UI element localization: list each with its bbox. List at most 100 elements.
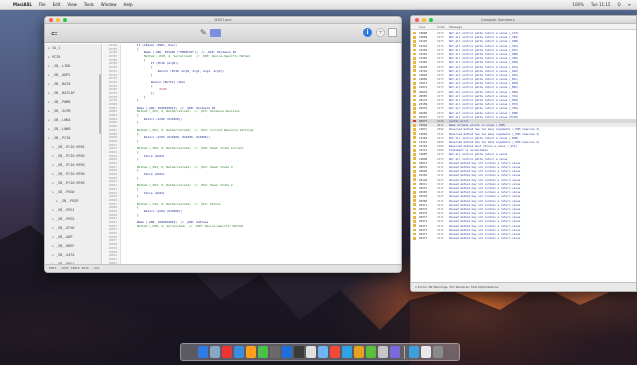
finder-icon[interactable] <box>197 346 208 358</box>
outline-item[interactable]: ▸ _SB_.LNKA <box>45 116 101 125</box>
warning-icon <box>413 31 416 35</box>
outline-item[interactable]: ▸ _SB_.PCI0.RP03 <box>45 161 101 170</box>
menu-file[interactable]: File <box>39 2 46 7</box>
warning-icon <box>413 174 416 177</box>
outline-item[interactable]: ▸ _SB_.GFX0 <box>45 224 101 233</box>
clock[interactable]: Tue 11:15 <box>591 2 611 7</box>
menu-view[interactable]: View <box>67 2 77 7</box>
menu-app-name[interactable]: MaciASL <box>13 2 32 7</box>
warning-icon <box>413 161 416 165</box>
warning-icon <box>413 82 416 85</box>
wrench-icon[interactable]: ✎ <box>200 28 207 37</box>
code-editor[interactable]: If (LEqual (DSEL, One)) { Name (_HID, EI… <box>123 44 401 266</box>
outline-item[interactable]: ▸ _SB_.PCI0.RP05 <box>45 179 101 188</box>
facetime-icon[interactable] <box>329 346 340 358</box>
safari-icon[interactable] <box>221 346 232 358</box>
outline-item[interactable]: ▸ _SB_.PEGP <box>45 197 101 206</box>
outline-item[interactable]: ▸ PCI0 <box>45 53 101 62</box>
line-number-gutter: 18784 18785 18786 18787 18788 18789 18790 18791… <box>103 43 121 266</box>
editor-status-text: DSDT - ACPI TABLE 2016 - ASL <box>49 266 100 270</box>
trash-icon[interactable] <box>432 346 443 358</box>
outline-item[interactable]: ▸ _SB_.PCI0.RP01 <box>45 143 101 152</box>
editor-status-bar: DSDT - ACPI TABLE 2016 - ASL <box>45 264 401 272</box>
outline-item[interactable]: ▸ _SB_.BAT0 <box>45 80 101 89</box>
outline-item[interactable]: ▸ _SB_.SLPB <box>45 107 101 116</box>
outline-item[interactable]: ▸ _SB_.SATA <box>45 251 101 260</box>
warning-icon <box>413 98 416 102</box>
outline-item[interactable]: ▸ _SB_.ADP1 <box>45 71 101 80</box>
outline-item[interactable]: ▸ _SB_.PEG2 <box>45 215 101 224</box>
messages-icon[interactable] <box>317 346 328 358</box>
terminal-icon[interactable] <box>408 346 419 358</box>
outline-item[interactable]: ▸ _SB_.HDEF <box>45 242 101 251</box>
menu-tools[interactable]: Tools <box>84 2 94 7</box>
reminders-icon[interactable] <box>281 346 292 358</box>
outline-item[interactable]: ▸ _SB_.PCI0.RP02 <box>45 152 101 161</box>
appstore-icon[interactable] <box>365 346 376 358</box>
column-line[interactable]: Line <box>419 24 425 30</box>
warning-icon <box>413 35 416 39</box>
outline-item[interactable]: ▸ _SB_.PCI0.RP04 <box>45 170 101 179</box>
warning-icon <box>413 190 416 194</box>
column-code[interactable]: Code <box>437 24 445 30</box>
outline-item[interactable]: ▸ _SB_.PCI0 <box>45 134 101 143</box>
info-icon[interactable]: i <box>363 28 372 37</box>
outline-item[interactable]: ▸ _SB_.BATCAP <box>45 89 101 98</box>
menu-window[interactable]: Window <box>101 2 117 7</box>
launchpad-icon[interactable] <box>209 346 220 358</box>
outline-item[interactable]: ▸ _SB_.ADP <box>45 233 101 242</box>
back-arrow-icon[interactable]: ⇐ <box>51 29 58 38</box>
warning-icon <box>413 220 416 223</box>
warning-icon <box>413 40 416 43</box>
warning-icon <box>413 111 416 114</box>
outline-item[interactable]: ▸ _SB_.PEG0 <box>45 188 101 197</box>
close-button[interactable] <box>415 17 419 22</box>
preferences-icon[interactable] <box>377 346 388 358</box>
outline-item[interactable]: ▸ _SB_.PWRB <box>45 98 101 107</box>
editor-titlebar[interactable]: DSDT.aml <box>45 17 401 24</box>
outline-item[interactable]: ▸ _SB_.LID0 <box>45 62 101 71</box>
photos-icon[interactable] <box>305 346 316 358</box>
warning-icon <box>413 140 416 144</box>
minimize-button[interactable] <box>422 17 426 22</box>
sidebar-toggle-icon[interactable] <box>388 28 397 37</box>
dock <box>180 343 460 361</box>
calendar-icon[interactable] <box>257 346 268 358</box>
spotlight-icon[interactable]: Q <box>617 2 620 7</box>
compiler-summary-text: 1 Errors, 89 Warnings, 257 Remarks, 526 … <box>415 285 499 289</box>
notes-icon[interactable] <box>269 346 280 358</box>
patch-view-icon[interactable] <box>210 29 221 37</box>
outline-item[interactable]: ▸ CU_1 <box>45 44 101 53</box>
compiler-message-row[interactable]: 20377 3117 Unused method may not contain a… <box>411 236 636 240</box>
battery-status[interactable]: 100% <box>572 2 583 7</box>
add-icon[interactable]: + <box>376 28 385 37</box>
code-line: Method (_DSM, 4, Serialized) // _DSM: De… <box>123 224 244 228</box>
warning-icon <box>413 216 416 219</box>
notification-center-icon[interactable]: ≡ <box>628 2 631 7</box>
warning-icon <box>413 153 416 156</box>
compiler-titlebar[interactable]: Compiler Summary <box>411 16 636 24</box>
zoom-button[interactable] <box>429 17 433 22</box>
folder-icon[interactable] <box>420 346 431 358</box>
message-line: 20377 <box>419 236 428 241</box>
menu-edit[interactable]: Edit <box>53 2 61 7</box>
itunes-icon[interactable] <box>341 346 352 358</box>
outline-sidebar: ▸ CU_1 ▸ PCI0 ▸ _SB_.LID0 ▸ _SB_.ADP1 ▸ _SB_… <box>45 44 102 266</box>
ibooks-icon[interactable] <box>353 346 364 358</box>
column-message[interactable]: Message <box>449 24 462 30</box>
warning-icon <box>413 65 416 68</box>
sidebar-scrollbar[interactable] <box>99 74 101 134</box>
warning-icon <box>413 178 416 181</box>
contacts-icon[interactable] <box>245 346 256 358</box>
maciasl-icon[interactable] <box>389 346 400 358</box>
warning-icon <box>413 169 416 173</box>
outline-item[interactable]: ▸ _SB_.PEG1 <box>45 206 101 215</box>
window-title: DSDT.aml <box>214 18 232 22</box>
menu-help[interactable]: Help <box>124 2 133 7</box>
warning-icon <box>413 77 416 81</box>
mail-icon[interactable] <box>233 346 244 358</box>
outline-item[interactable]: ▸ _SB_.LNKB <box>45 125 101 134</box>
warning-icon <box>413 207 416 211</box>
warning-icon <box>413 48 416 52</box>
maps-icon[interactable] <box>293 346 304 358</box>
